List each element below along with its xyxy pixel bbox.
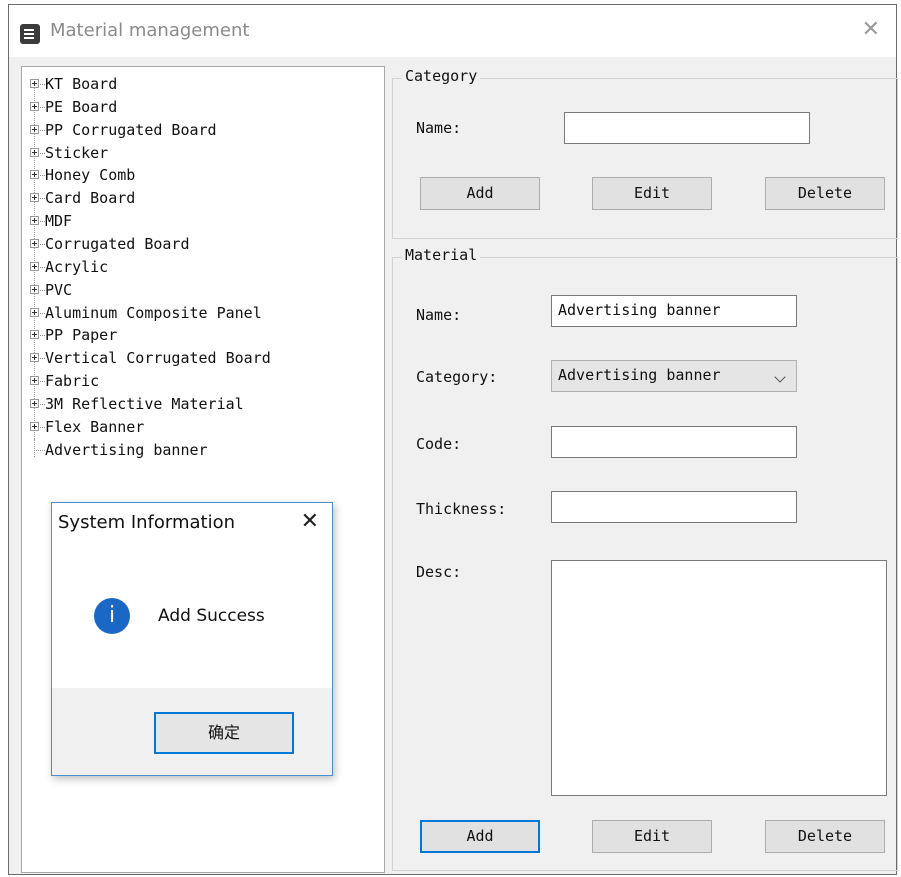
material-category-select[interactable]: Advertising banner (551, 360, 797, 392)
tree-item-label: PP Paper (45, 326, 118, 345)
material-category-value: Advertising banner (558, 366, 721, 384)
expand-icon[interactable] (30, 421, 39, 431)
tree-item-label: PP Corrugated Board (45, 120, 217, 139)
ok-button[interactable]: 确定 (154, 712, 294, 754)
tree-item-label: Fabric (45, 372, 100, 391)
material-group-label: Material (402, 246, 481, 264)
material-thickness-input[interactable] (551, 491, 797, 523)
category-group-label: Category (402, 67, 481, 85)
material-thickness-label: Thickness: (416, 500, 507, 518)
material-add-button[interactable]: Add (420, 820, 540, 853)
expand-icon[interactable] (30, 353, 39, 363)
tree-item-label: Card Board (45, 189, 136, 208)
expand-icon[interactable] (30, 238, 39, 248)
material-code-label: Code: (416, 435, 462, 453)
tree-item-label: Flex Banner (45, 417, 145, 436)
category-name-label: Name: (416, 119, 462, 137)
dialog-message: Add Success (158, 606, 265, 626)
close-icon[interactable]: ✕ (301, 509, 319, 534)
expand-icon[interactable] (30, 284, 39, 294)
close-icon[interactable]: ✕ (862, 17, 880, 42)
material-edit-button[interactable]: Edit (592, 820, 712, 853)
expand-icon[interactable] (30, 398, 39, 408)
expand-icon[interactable] (30, 330, 39, 340)
tree-item-label: Acrylic (45, 257, 109, 276)
expand-icon[interactable] (30, 147, 39, 157)
system-information-dialog: System Information ✕ i Add Success 确定 (51, 502, 333, 776)
expand-icon[interactable] (30, 307, 39, 317)
dialog-footer: 确定 (52, 688, 332, 775)
category-name-input[interactable] (564, 112, 810, 144)
tree-item-label: PVC (45, 280, 73, 299)
expand-icon[interactable] (30, 170, 39, 180)
list-icon (20, 24, 40, 44)
expand-icon[interactable] (30, 216, 39, 226)
expand-icon[interactable] (30, 261, 39, 271)
tree-item-label: 3M Reflective Material (45, 394, 244, 413)
material-name-input[interactable]: Advertising banner (551, 295, 797, 327)
material-desc-textarea[interactable] (551, 560, 887, 796)
material-code-input[interactable] (551, 426, 797, 458)
expand-icon[interactable] (30, 79, 39, 88)
category-edit-button[interactable]: Edit (592, 177, 712, 210)
title-bar: Material management ✕ (9, 5, 896, 57)
tree-item-label: Corrugated Board (45, 234, 190, 253)
material-delete-button[interactable]: Delete (765, 820, 885, 853)
tree-item-label: Aluminum Composite Panel (45, 303, 262, 322)
tree-item-label: KT Board (45, 75, 118, 93)
expand-icon[interactable] (30, 124, 39, 134)
tree-item-label: PE Board (45, 97, 118, 116)
material-desc-label: Desc: (416, 563, 462, 581)
category-add-button[interactable]: Add (420, 177, 540, 210)
material-name-label: Name: (416, 306, 462, 324)
info-icon: i (94, 598, 130, 634)
tree-item-label: Honey Comb (45, 166, 136, 185)
tree-connector (34, 438, 45, 451)
dialog-title: System Information (58, 512, 236, 533)
category-delete-button[interactable]: Delete (765, 177, 885, 210)
tree-item-label: Advertising banner (45, 440, 208, 459)
material-group: Material Name: Advertising banner Catego… (392, 246, 898, 871)
window-title: Material management (50, 20, 250, 41)
expand-icon[interactable] (30, 193, 39, 203)
expand-icon[interactable] (30, 101, 39, 111)
tree-item-label: Vertical Corrugated Board (45, 349, 271, 368)
tree-item-label: MDF (45, 212, 73, 231)
expand-icon[interactable] (30, 376, 39, 386)
material-category-label: Category: (416, 368, 498, 386)
category-group: Category Name: Add Edit Delete (392, 67, 898, 239)
tree-item-label: Sticker (45, 143, 109, 162)
chevron-down-icon (774, 371, 786, 383)
